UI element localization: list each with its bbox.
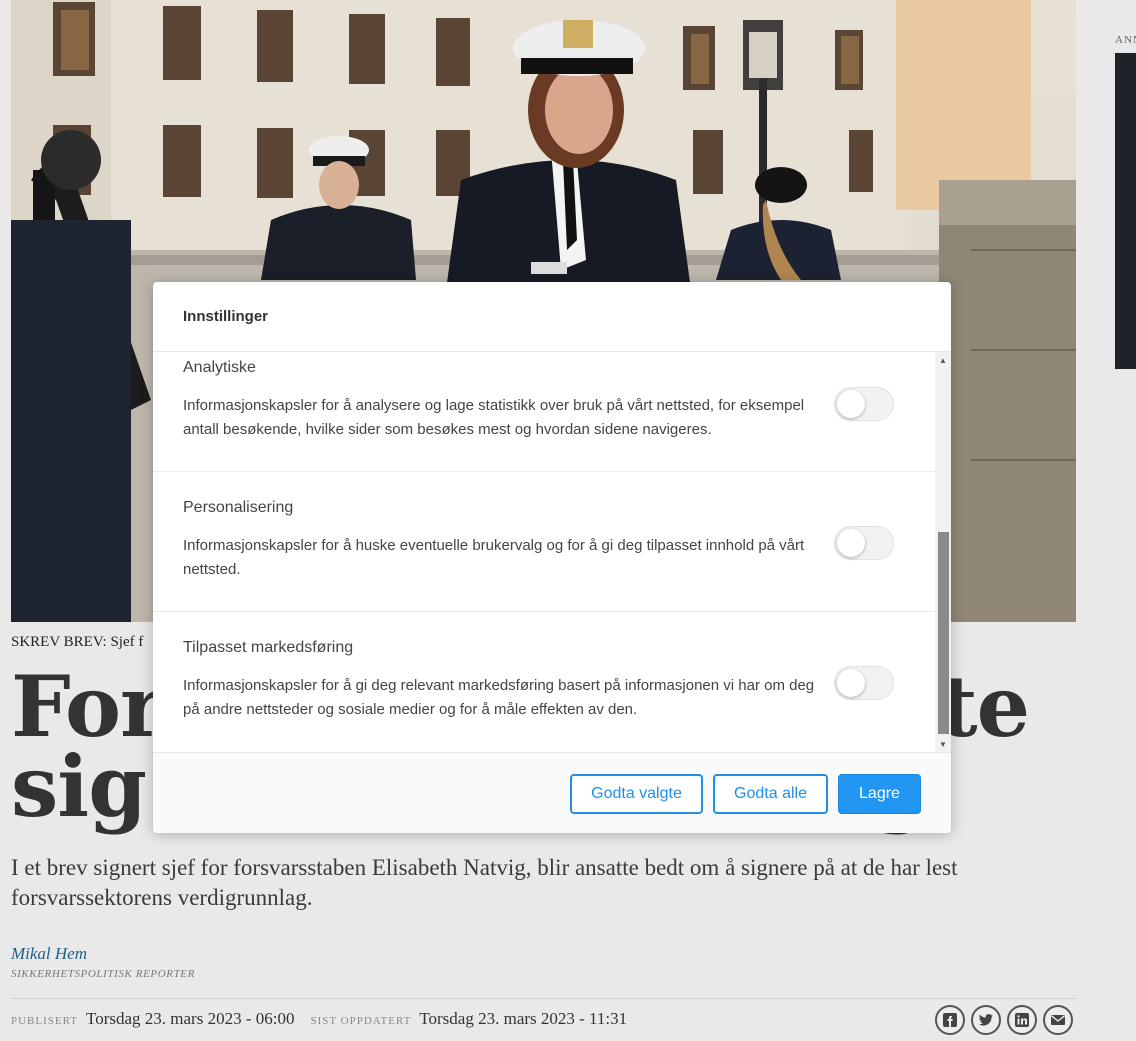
- section-description: Informasjonskapsler for å gi deg relevan…: [183, 677, 815, 718]
- analytics-toggle[interactable]: [834, 387, 894, 421]
- toggle-knob: [837, 669, 865, 697]
- dialog-scroll-area[interactable]: Analytiske Informasjonskapsler for å ana…: [153, 352, 935, 752]
- scroll-up-arrow-icon[interactable]: ▲: [935, 352, 951, 368]
- cookie-settings-dialog: Innstillinger Analytiske Informasjonskap…: [153, 282, 951, 833]
- save-button[interactable]: Lagre: [838, 774, 921, 814]
- section-title: Analytiske: [183, 359, 256, 376]
- section-title: Tilpasset markedsføring: [183, 639, 354, 656]
- dialog-header: Innstillinger: [153, 282, 951, 352]
- personalization-toggle[interactable]: [834, 526, 894, 560]
- cookie-section-personalization: Personalisering Informasjonskapsler for …: [153, 472, 935, 612]
- section-title: Personalisering: [183, 499, 294, 516]
- toggle-knob: [837, 529, 865, 557]
- section-description: Informasjonskapsler for å analysere og l…: [183, 397, 805, 438]
- section-description: Informasjonskapsler for å huske eventuel…: [183, 537, 805, 578]
- cookie-section-marketing: Tilpasset markedsføring Informasjonskaps…: [153, 612, 935, 752]
- scroll-down-arrow-icon[interactable]: ▼: [935, 736, 951, 752]
- dialog-footer: Godta valgte Godta alle Lagre: [153, 752, 951, 833]
- scrollbar-thumb[interactable]: [938, 532, 949, 734]
- accept-selected-button[interactable]: Godta valgte: [570, 774, 703, 814]
- accept-all-button[interactable]: Godta alle: [713, 774, 828, 814]
- marketing-toggle[interactable]: [834, 666, 894, 700]
- dialog-scrollbar[interactable]: ▲ ▼: [935, 352, 951, 752]
- cookie-section-analytics: Analytiske Informasjonskapsler for å ana…: [153, 352, 935, 472]
- toggle-knob: [837, 390, 865, 418]
- dialog-title: Innstillinger: [183, 308, 269, 325]
